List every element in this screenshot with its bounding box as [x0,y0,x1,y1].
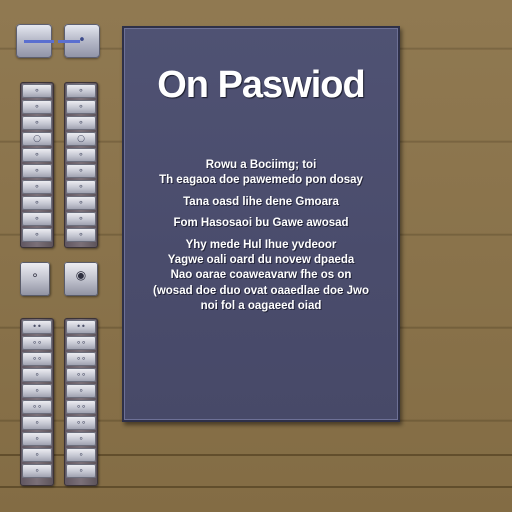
keypad-lower-right: •• ∘∘ ∘∘ ∘∘ ∘ ∘∘ ∘∘ ∘ ∘ ∘ [64,318,98,486]
dialog-text-line: Fom Hasosaoi bu Gawe awosad [173,217,349,230]
keypad-key[interactable]: •• [66,320,96,334]
keypad-upper-right: ∘ ∘ ∘ ○ ∘ ∘ ∘ ∘ ∘ ∘ [64,82,98,248]
keypad-key[interactable]: ∘∘ [66,352,96,366]
keypad-key[interactable]: ∘ [66,228,96,242]
keypad-key[interactable]: ∘ [22,148,52,162]
keypad-key[interactable]: ○ [22,132,52,146]
keypad-key[interactable]: ∘ [22,416,52,430]
keypad-lower-left: •• ∘∘ ∘∘ ∘ ∘ ∘∘ ∘ ∘ ∘ ∘ [20,318,54,486]
keypad-key[interactable]: ∘∘ [22,336,52,350]
mid-right-button[interactable]: ◉ [64,262,98,296]
keypad-key[interactable]: ∘∘ [22,352,52,366]
dialog-title: On Paswiod [157,64,365,106]
dialog-text-line: (wosad doe duo ovat oaaedlae doe Jwo [153,284,369,297]
keypad-key[interactable]: ∘ [66,84,96,98]
keypad-key[interactable]: ∘ [66,464,96,478]
keypad-key[interactable]: ∘ [22,464,52,478]
keypad-key[interactable]: ∘ [22,432,52,446]
keypad-key[interactable]: ∘ [22,384,52,398]
keypad-key[interactable]: ∘ [22,180,52,194]
dialog-text-line: Yhy mede Hul Ihue yvdeoor [185,238,337,251]
keypad-key[interactable]: ∘ [22,212,52,226]
shelf-divider [0,486,512,488]
dialog-body: Rowu a Bociimg; toi Th eagaoa doe paweme… [132,158,390,315]
keypad-key[interactable]: ∘ [22,368,52,382]
dialog-text-line: Rowu a Bociimg; toi [205,159,317,171]
keypad-key[interactable]: ∘∘ [66,400,96,414]
keypad-upper-left: ∘ ∘ ∘ ○ ∘ ∘ ∘ ∘ ∘ ∘ [20,82,54,248]
keypad-key[interactable]: ∘ [22,84,52,98]
toolbar-left-button[interactable] [16,24,54,58]
dialog-text-line: Tana oasd lihe dene Gmoara [183,195,339,208]
keypad-key[interactable]: ∘ [22,228,52,242]
dialog-text-line: Th eagaoa doe pawemedo pon dosay [159,174,363,187]
keypad-key[interactable]: ∘ [22,164,52,178]
keypad-key[interactable]: ∘∘ [22,400,52,414]
keypad-key[interactable]: ○ [66,132,96,146]
toolbar-right-button[interactable]: • [58,24,100,58]
ring-icon: ∘ [31,268,39,282]
keypad-key[interactable]: ∘ [66,196,96,210]
dialog-text-line: noi fol a oagaeed oiad [200,300,322,313]
mid-left-button[interactable]: ∘ [20,262,50,296]
keypad-key[interactable]: ∘ [66,384,96,398]
keypad-key[interactable]: ∘ [22,448,52,462]
keypad-key[interactable]: ∘ [66,432,96,446]
target-icon: ◉ [75,268,87,282]
keypad-key[interactable]: ∘ [22,196,52,210]
keypad-key[interactable]: ∘∘ [66,368,96,382]
keypad-key[interactable]: ∘ [66,212,96,226]
dialog-text-line: Yagwe oali oard du novew dpaeda [167,254,355,267]
keypad-key[interactable]: ∘ [66,164,96,178]
dialog-text-line: Nao oarae coaweavarw fhe os on [170,269,352,282]
password-dialog: On Paswiod Rowu a Bociimg; toi Th eagaoa… [122,26,400,422]
keypad-key[interactable]: ∘ [66,448,96,462]
keypad-key[interactable]: •• [22,320,52,334]
keypad-key[interactable]: ∘ [66,116,96,130]
keypad-key[interactable]: ∘ [22,116,52,130]
dot-icon: • [78,33,86,48]
keypad-key[interactable]: ∘ [66,148,96,162]
slider-bar-icon [24,40,54,43]
keypad-key[interactable]: ∘∘ [66,416,96,430]
keypad-key[interactable]: ∘ [22,100,52,114]
keypad-key[interactable]: ∘ [66,180,96,194]
keypad-key[interactable]: ∘∘ [66,336,96,350]
keypad-key[interactable]: ∘ [66,100,96,114]
